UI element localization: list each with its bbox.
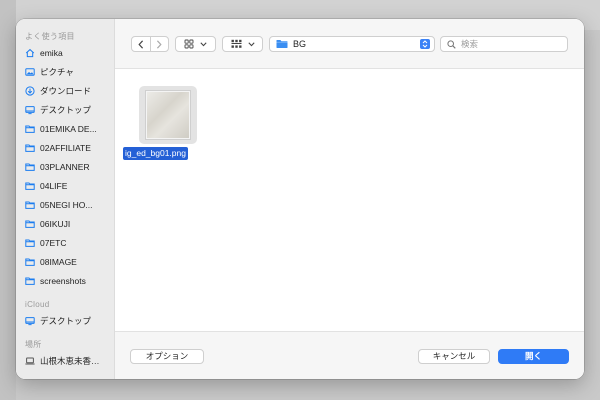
sidebar-item-label: 04LIFE [40,180,68,191]
sidebar-item-label: 03PLANNER [40,161,90,172]
search-icon [447,39,456,49]
sidebar-item-label: デスクトップ [40,315,92,326]
sidebar-item-label: screenshots [40,275,86,286]
sidebar-section-locations: 場所 [25,340,42,349]
sidebar-item-01emika[interactable]: 01EMIKA DE... [16,119,114,138]
sidebar-item-08image[interactable]: 08IMAGE [16,252,114,271]
chevron-down-icon [200,41,207,47]
sidebar-item-label: 山根木恵未香… [40,355,100,366]
sidebar-item-07etc[interactable]: 07ETC [16,233,114,252]
folder-icon [25,124,35,134]
chevron-down-icon [247,41,255,47]
sidebar-section-favorites: よく使う項目 [25,32,75,41]
folder-icon [25,219,35,229]
chevron-right-icon [156,39,162,49]
view-mode-button[interactable] [175,36,216,52]
folder-icon [25,143,35,153]
path-label: BG [293,39,307,49]
laptop-icon [25,356,35,366]
sidebar-section-icloud: iCloud [25,300,50,309]
group-grid-icon [231,39,242,49]
sidebar-item-04life[interactable]: 04LIFE [16,176,114,195]
group-mode-button[interactable] [222,36,263,52]
folder-icon [25,200,35,210]
photo-icon [25,67,35,77]
file-browser: ig_ed_bg01.png [115,70,584,331]
sidebar-item-label: 07ETC [40,237,67,248]
sidebar-item-label: emika [40,47,63,58]
cancel-button[interactable]: キャンセル [418,349,490,364]
folder-icon [25,162,35,172]
sidebar-item-label: 01EMIKA DE... [40,123,97,134]
folder-icon [25,238,35,248]
options-button[interactable]: オプション [130,349,204,364]
sidebar-item-03planner[interactable]: 03PLANNER [16,157,114,176]
sidebar-item-icloud-desktop[interactable]: デスクトップ [16,311,114,330]
background-window-edge [0,0,16,400]
folder-icon [25,276,35,286]
desktop-icon [25,316,35,326]
sidebar-item-label: 08IMAGE [40,256,77,267]
sidebar-item-label: 06IKUJI [40,218,71,229]
file-name: ig_ed_bg01.png [123,147,188,160]
sidebar-item-label: 02AFFILIATE [40,142,91,153]
chevron-left-icon [138,39,144,49]
sidebar: よく使う項目 emika ピクチャ ダウンロード デスクトップ 01EMIKA … [16,19,115,379]
toolbar: BG 検索 [115,19,584,69]
sidebar-item-pictures[interactable]: ピクチャ [16,62,114,81]
sidebar-item-02affiliate[interactable]: 02AFFILIATE [16,138,114,157]
download-icon [25,85,35,96]
sidebar-item-emika[interactable]: emika [16,43,114,62]
file-thumbnail-frame [139,86,197,144]
desktop-icon [25,105,35,115]
folder-icon [25,181,35,191]
path-popup[interactable]: BG [269,36,435,52]
sidebar-item-label: ピクチャ [40,66,74,77]
sidebar-item-screenshots[interactable]: screenshots [16,271,114,290]
file-thumbnail [146,91,190,139]
folder-icon [25,257,35,267]
sidebar-item-desktop[interactable]: デスクトップ [16,100,114,119]
forward-button[interactable] [150,37,168,51]
sidebar-item-downloads[interactable]: ダウンロード [16,81,114,100]
back-button[interactable] [132,37,150,51]
sidebar-item-label: ダウンロード [40,85,92,96]
open-file-dialog: よく使う項目 emika ピクチャ ダウンロード デスクトップ 01EMIKA … [16,19,584,379]
bottom-bar: オプション キャンセル 開く [115,331,584,379]
sidebar-item-label: デスクトップ [40,104,92,115]
file-item[interactable]: ig_ed_bg01.png [121,86,211,166]
stepper-icon [420,39,430,49]
folder-icon [276,39,288,49]
sidebar-item-05negi[interactable]: 05NEGI HO... [16,195,114,214]
search-placeholder: 検索 [461,39,479,49]
navigation-buttons [131,36,169,52]
search-field[interactable]: 検索 [440,36,568,52]
open-button[interactable]: 開く [498,349,569,364]
home-icon [25,48,35,58]
sidebar-item-06ikuji[interactable]: 06IKUJI [16,214,114,233]
grid-icon [184,39,194,49]
sidebar-item-label: 05NEGI HO... [40,199,93,210]
sidebar-item-computer[interactable]: 山根木恵未香… [16,351,114,370]
